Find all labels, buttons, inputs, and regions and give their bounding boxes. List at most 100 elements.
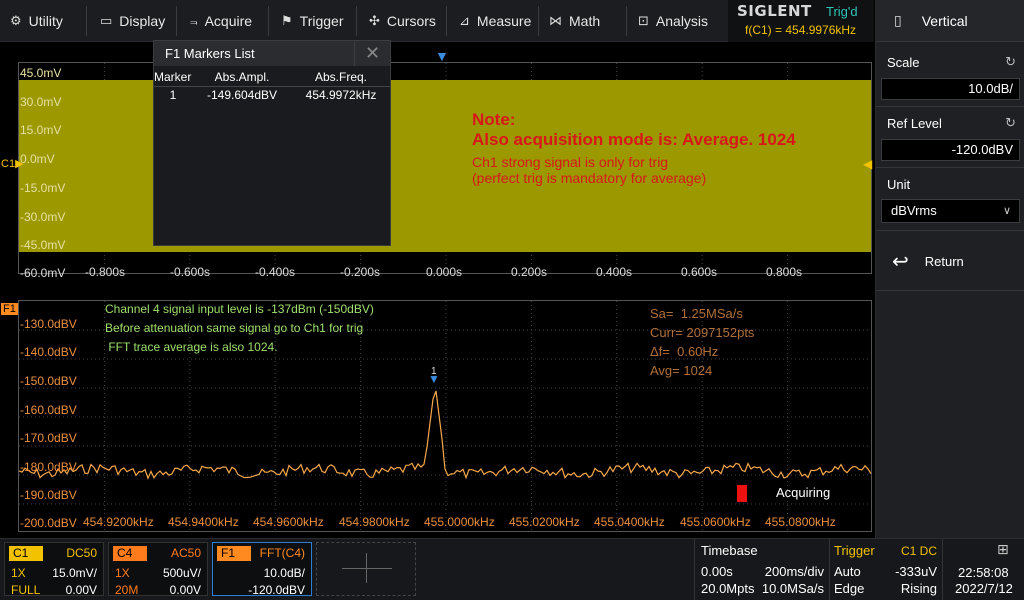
note-line: Ch1 strong signal is only for trig: [472, 154, 669, 170]
channel-c1-box[interactable]: C1 DC50 1X 15.0mV/ FULL 0.00V: [4, 542, 104, 597]
menu-cursors-label: Cursors: [386, 13, 436, 29]
menu-measure[interactable]: ⊿ Measure: [459, 0, 531, 42]
trigger-position-arrow-icon[interactable]: ▼: [435, 48, 449, 64]
fft-x-label: 455.0200kHz: [509, 515, 580, 529]
upper-y-label: 30.0mV: [20, 95, 62, 109]
unit-select[interactable]: dBVrms ∨: [881, 199, 1020, 223]
channel-c4-box[interactable]: C4 AC50 1X 500uV/ 20M 0.00V: [108, 542, 208, 597]
return-label: Return: [924, 253, 964, 269]
markers-list-window[interactable]: F1 Markers List ✕ Marker Abs.Ampl. Abs.F…: [153, 40, 391, 246]
offset: 0.00V: [169, 583, 201, 597]
scale: 15.0mV/: [52, 566, 97, 580]
fft-x-label: 454.9400kHz: [168, 515, 239, 529]
menu-acquire[interactable]: ⫬ Acquire: [190, 0, 252, 42]
fft-y-label: -180.0dBV: [20, 460, 77, 474]
menu-utility[interactable]: ⚙ Utility: [10, 0, 63, 42]
fft-x-label: 455.0000kHz: [424, 515, 495, 529]
fft-x-label: 454.9600kHz: [253, 515, 324, 529]
timebase-delay: 0.00s: [701, 564, 733, 579]
fft-annotation-line: FFT trace average is also 1024.: [105, 340, 278, 354]
close-icon[interactable]: ✕: [354, 41, 390, 66]
fft-x-label: 455.0400kHz: [594, 515, 665, 529]
timebase-box[interactable]: Timebase 0.00s 200ms/div 20.0Mpts 10.0MS…: [694, 539, 828, 600]
panel-title: Vertical: [921, 12, 968, 29]
trigger-source: C1 DC: [900, 544, 937, 558]
crosshair-icon: ✣: [369, 13, 380, 28]
network-icon: ⊞: [997, 541, 1009, 557]
math-icon: ⋈: [549, 13, 562, 28]
note-line: (perfect trig is mandatory for average): [472, 170, 707, 186]
flag-icon: ⚑: [281, 13, 293, 28]
marker-ampl: -149.604dBV: [206, 88, 278, 103]
fft-x-label: 455.0600kHz: [680, 515, 751, 529]
column-header: Abs.Ampl.: [192, 68, 292, 87]
scale-field[interactable]: 10.0dB/: [881, 78, 1020, 100]
channel-tag: C4: [113, 546, 147, 561]
menu-analysis[interactable]: ⊡ Analysis: [638, 0, 708, 42]
channel-f1-box[interactable]: F1 FFT(C4) 10.0dB/ -120.0dBV: [212, 542, 312, 597]
note-title: Note:: [472, 110, 516, 129]
acquire-icon: ⫬: [190, 13, 198, 28]
timebase-mpts: 20.0Mpts: [701, 581, 755, 596]
knob-icon: ↻: [1005, 54, 1016, 69]
status-bar: C1 DC50 1X 15.0mV/ FULL 0.00V C4 AC50 1X…: [0, 538, 1024, 600]
unit-select-value: dBVrms: [891, 203, 937, 218]
coupling: AC50: [170, 546, 201, 560]
upper-x-label: 0.800s: [766, 265, 803, 279]
panel-title-bar: ▯ Vertical: [876, 0, 1024, 42]
menu-display[interactable]: ▭ Display: [100, 0, 165, 42]
fft-annotation-line: Channel 4 signal input level is -137dBm …: [105, 302, 374, 316]
return-button[interactable]: ↩ Return: [876, 240, 1024, 282]
offset: 0.00V: [65, 583, 97, 597]
monitor-icon: ▭: [100, 13, 113, 28]
menu-trigger-label: Trigger: [299, 13, 344, 29]
upper-x-label: -0.800s: [85, 265, 126, 279]
fft-y-label: -170.0dBV: [20, 431, 77, 445]
fft-y-label: -200.0dBV: [20, 516, 77, 530]
f1-trace-marker[interactable]: F1: [1, 303, 18, 315]
menu-trigger[interactable]: ⚑ Trigger: [281, 0, 343, 42]
upper-x-label: 0.200s: [511, 265, 548, 279]
upper-x-label: -0.400s: [255, 265, 296, 279]
menu-cursors[interactable]: ✣ Cursors: [369, 0, 436, 42]
fft-y-label: -150.0dBV: [20, 374, 77, 388]
return-icon: ↩: [892, 250, 909, 273]
menu-math[interactable]: ⋈ Math: [549, 0, 600, 42]
menu-measure-label: Measure: [476, 13, 532, 29]
add-channel-slot[interactable]: [316, 542, 416, 596]
chevron-down-icon: ∨: [1002, 205, 1011, 217]
trigger-type: Edge: [834, 581, 865, 596]
fft-info-df: Δf= 0.60Hz: [650, 344, 719, 359]
c1-level-marker[interactable]: C1▶: [1, 157, 24, 170]
upper-y-label: 0.0mV: [20, 152, 55, 166]
menu-math-label: Math: [569, 13, 601, 29]
scale: 500uV/: [162, 566, 201, 580]
fft-info-curr: Curr= 2097152pts: [650, 325, 755, 340]
fft-x-label: 454.9200kHz: [83, 515, 154, 529]
document-icon: ▯: [894, 12, 902, 28]
trigger-box[interactable]: Trigger C1 DC Auto -333uV Edge Rising: [829, 539, 941, 600]
peak-marker-icon[interactable]: ▼: [428, 372, 440, 386]
trigger-status: Trig'd: [826, 4, 858, 19]
upper-x-label: -0.200s: [340, 265, 381, 279]
scale-label: Scale: [887, 55, 920, 70]
timebase-div: 200ms/div: [764, 564, 824, 579]
clock-box: ⊞ 22:58:08 2022/7/12: [942, 539, 1024, 600]
table-row[interactable]: 1 -149.604dBV 454.9972kHz: [154, 86, 390, 104]
ref-level-field[interactable]: -120.0dBV: [881, 139, 1020, 161]
menu-analysis-label: Analysis: [655, 13, 709, 29]
analysis-icon: ⊡: [638, 13, 649, 28]
clock-time: 22:58:08: [958, 565, 1009, 580]
measure-icon: ⊿: [459, 13, 470, 28]
top-menu-bar: ⚙ Utility ▭ Display ⫬ Acquire ⚑ Trigger …: [0, 0, 874, 42]
upper-x-label: 0.000s: [426, 265, 463, 279]
frequency-counter: f(C1) = 454.9976kHz: [745, 23, 857, 37]
knob-icon: ↻: [1005, 115, 1016, 130]
upper-x-label: 0.400s: [596, 265, 633, 279]
trigger-level-arrow-icon[interactable]: ◀: [863, 157, 872, 171]
upper-y-label: -45.0mV: [20, 238, 66, 252]
probe: 1X: [11, 566, 26, 580]
fft-info-sa: Sa= 1.25MSa/s: [650, 306, 743, 321]
marker-freq: 454.9972kHz: [305, 88, 377, 103]
upper-y-label: -15.0mV: [20, 181, 66, 195]
